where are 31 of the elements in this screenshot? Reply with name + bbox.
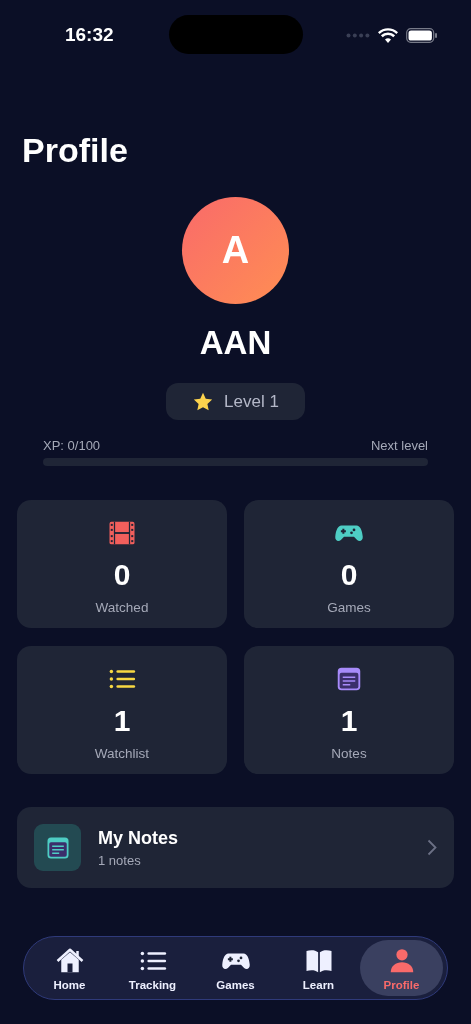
my-notes-row[interactable]: My Notes 1 notes [17,807,454,888]
avatar: A [182,197,289,304]
tab[interactable]: Learn [277,940,360,996]
page-title: Profile [22,130,129,170]
stat-card[interactable]: 0 Watched [17,500,227,628]
wifi-icon [377,27,398,43]
user-name: AAN [198,323,273,363]
stat-value: 1 [113,703,131,739]
tab[interactable]: Games [194,940,277,996]
notes-title: My Notes [98,827,179,849]
level-text: Level 1 [224,391,279,412]
chevron-icon [427,839,437,856]
tab[interactable]: Home [28,940,111,996]
next-level-label: Next level [370,437,428,455]
battery-icon [405,27,438,43]
status-time: 16:32 [63,24,114,46]
stat-card[interactable]: 0 Games [244,500,454,628]
stat-value: 0 [113,557,131,593]
tab[interactable]: Profile [360,940,443,996]
stat-label: Watchlist [94,746,150,761]
stat-label: Notes [331,746,367,761]
xp-label: XP: 0/100 [43,437,101,455]
stat-label: Watched [95,600,149,615]
stat-value: 1 [340,703,358,739]
stat-card[interactable]: 1 Watchlist [17,646,227,774]
stat-card[interactable]: 1 Notes [244,646,454,774]
tab[interactable]: Tracking [111,940,194,996]
signal-icon [345,32,370,38]
stat-label: Games [327,600,371,615]
notes-count: 1 notes [98,852,142,868]
stat-value: 0 [340,557,358,593]
